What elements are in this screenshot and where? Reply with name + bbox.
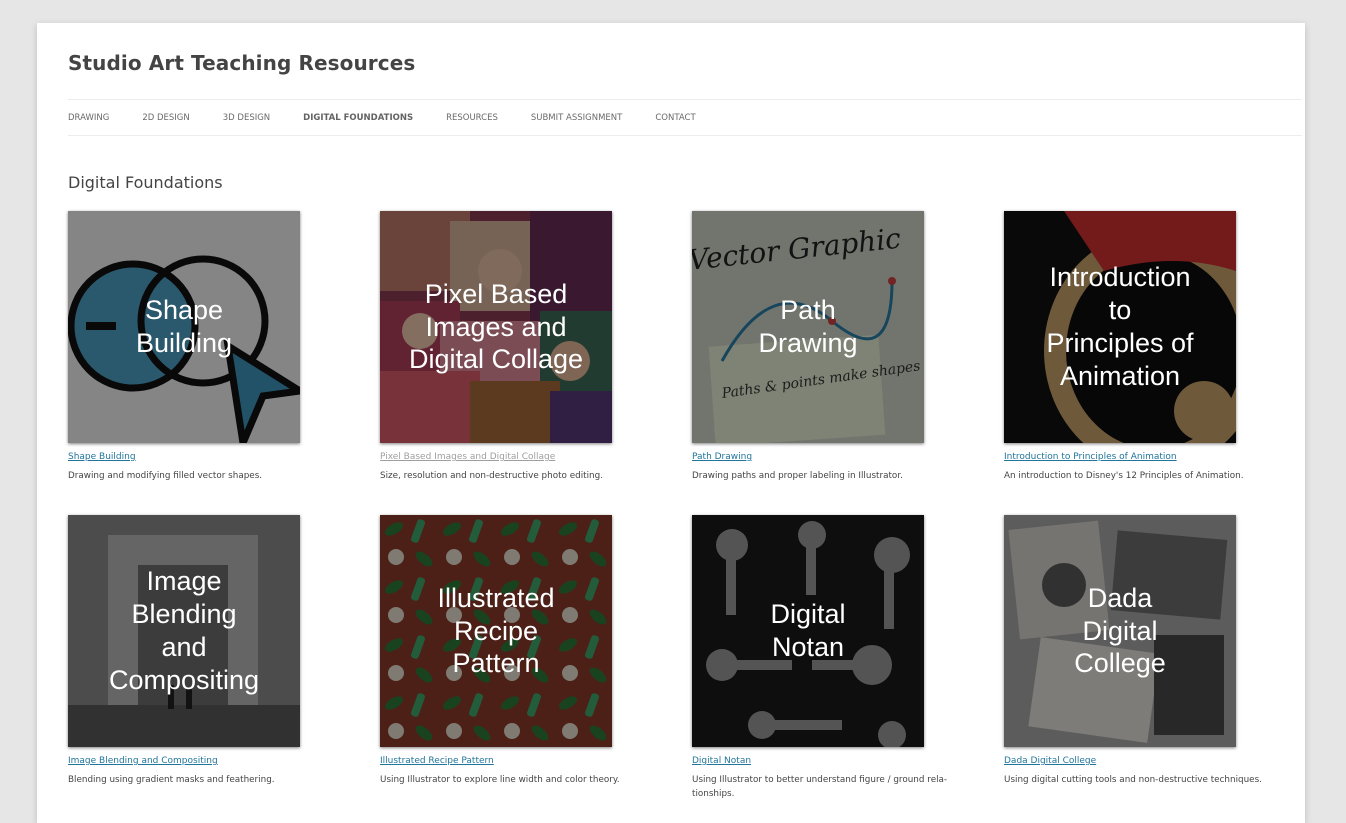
thumbnail-label: Dada Digital College [1074, 582, 1166, 679]
lesson-link[interactable]: Illustrated Recipe Pattern [380, 756, 670, 766]
lesson-card: Digital Notan Digital Notan Using Illust… [692, 515, 982, 801]
lesson-link[interactable]: Introduction to Principles of Animation [1004, 452, 1294, 462]
lesson-link[interactable]: Dada Digital College [1004, 756, 1294, 766]
lesson-thumbnail[interactable]: Pixel Based Images and Digital Collage [380, 211, 612, 443]
lesson-card: Introduction to Principles of Animation … [1004, 211, 1294, 484]
lesson-thumbnail[interactable]: Illustrated Recipe Pattern [380, 515, 612, 747]
thumbnail-label: Digital Notan [770, 599, 846, 662]
lesson-description: Size, resolution and non-destructive pho… [380, 471, 603, 481]
lesson-link[interactable]: Image Blending and Compositing [68, 756, 358, 766]
lesson-description: Drawing and modifying filled vector shap… [68, 471, 263, 481]
lesson-description: Using Illustrator to explore line width … [380, 775, 620, 785]
lesson-description: Drawing paths and proper labeling in Ill… [692, 471, 903, 481]
lesson-card: Illustrated Recipe Pattern Illustrated R… [380, 515, 670, 788]
lesson-thumbnail[interactable]: Image Blending and Compositing [68, 515, 300, 747]
lesson-link[interactable]: Digital Notan [692, 756, 982, 766]
thumbnail-label: Path Drawing [758, 295, 858, 358]
thumbnail-label: Shape Building [135, 295, 233, 358]
lesson-card: Image Blending and Compositing Image Ble… [68, 515, 358, 788]
lesson-link[interactable]: Path Drawing [692, 452, 982, 462]
lesson-thumbnail[interactable]: Dada Digital College [1004, 515, 1236, 747]
thumbnail-label: Pixel Based Images and Digital Collage [408, 278, 584, 375]
lesson-card: Dada Digital College Dada Digital Colleg… [1004, 515, 1294, 788]
lesson-link[interactable]: Shape Building [68, 452, 358, 462]
lesson-card: Pixel Based Images and Digital Collage P… [380, 211, 670, 484]
thumbnail-label: Image Blending and Compositing [108, 566, 260, 695]
lesson-thumbnail[interactable]: Vector Graphic Paths & points make shape… [692, 211, 924, 443]
lesson-link[interactable]: Pixel Based Images and Digital Collage [380, 452, 670, 462]
page-container: Studio Art Teaching Resources DRAWING 2D… [37, 23, 1305, 823]
thumbnail-label: Illustrated Recipe Pattern [437, 582, 555, 679]
lesson-grid: Shape Building Shape Building Drawing an… [37, 23, 1305, 823]
lesson-thumbnail[interactable]: Digital Notan [692, 515, 924, 747]
lesson-description: Using Illustrator to better understand f… [692, 775, 948, 799]
lesson-description: An introduction to Disney's 12 Principle… [1004, 471, 1244, 481]
lesson-description: Blending using gradient masks and feathe… [68, 775, 275, 785]
lesson-thumbnail[interactable]: Shape Building [68, 211, 300, 443]
thumbnail-label: Introduction to Principles of Animation [1046, 262, 1194, 391]
lesson-description: Using digital cutting tools and non-dest… [1004, 775, 1262, 785]
lesson-thumbnail[interactable]: Introduction to Principles of Animation [1004, 211, 1236, 443]
lesson-card: Shape Building Shape Building Drawing an… [68, 211, 358, 484]
lesson-card: Vector Graphic Paths & points make shape… [692, 211, 982, 484]
